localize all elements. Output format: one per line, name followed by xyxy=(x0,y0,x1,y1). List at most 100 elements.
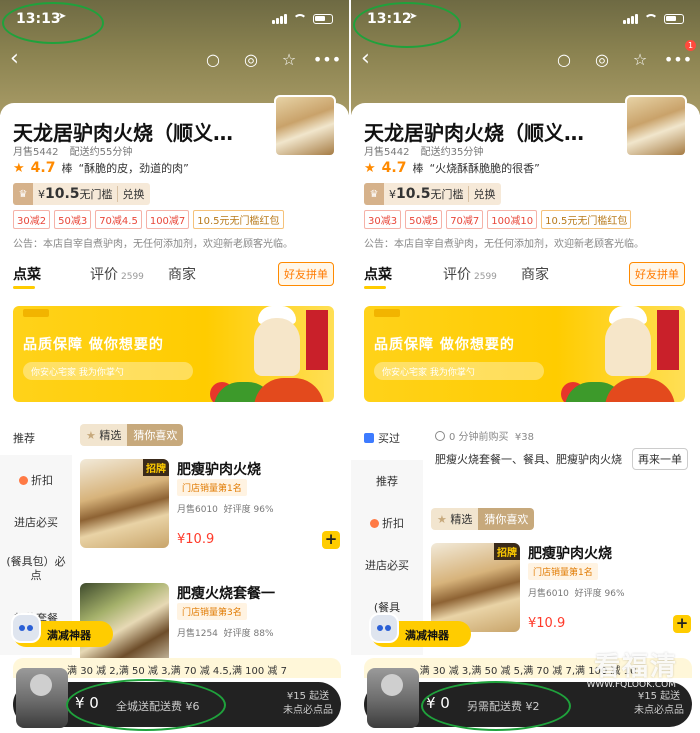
annotation-circle xyxy=(421,681,571,731)
customer-service-icon[interactable]: ◎ xyxy=(241,49,261,69)
tab-reviews[interactable]: 评价 2599 xyxy=(443,264,497,284)
food-image: 招牌 xyxy=(431,543,520,632)
discount-tag: 50减5 xyxy=(405,210,443,229)
discount-tag: 70减7 xyxy=(446,210,484,229)
chip-guess[interactable]: 猜你喜欢 xyxy=(478,508,535,530)
store-tabs: 点菜 评价 2599 商家 好友拼单 xyxy=(351,262,700,289)
chef-graphic xyxy=(254,318,300,376)
sales-rank-badge: 门店销量第1名 xyxy=(177,479,247,496)
reorder-button[interactable]: 再来一单 xyxy=(632,448,688,470)
customer-service-icon[interactable]: ◎ xyxy=(592,49,612,69)
food-sales: 月售1254 好评度 88% xyxy=(177,626,274,639)
discount-helper-button[interactable]: 满减神器 xyxy=(11,613,113,647)
food-name: 肥瘦火烧套餐一 xyxy=(177,586,275,602)
discount-tag: 50减3 xyxy=(54,210,92,229)
checkout-info: ¥15 起送 未点必点品 xyxy=(634,690,684,718)
tab-menu[interactable]: 点菜 xyxy=(364,264,392,284)
battery-icon xyxy=(664,13,684,24)
promo-banner[interactable]: 品质保障 做你想要的 你安心宅家 我为你掌勺 xyxy=(364,306,685,402)
food-name: 肥瘦驴肉火烧 xyxy=(528,546,612,562)
search-icon[interactable]: ○ xyxy=(203,49,223,69)
banner-title: 品质保障 做你想要的 xyxy=(23,337,164,353)
more-icon[interactable]: ••• xyxy=(313,49,341,69)
praise-rate: 好评度 88% xyxy=(223,629,274,639)
tab-label: 商家 xyxy=(168,267,196,283)
member-coupon[interactable]: ♛ ¥10.5无门槛 兑换 xyxy=(13,183,150,205)
more-icon[interactable]: ••• 1 xyxy=(664,40,696,69)
star-icon: ★ xyxy=(86,429,96,442)
favorite-star-icon[interactable]: ☆ xyxy=(630,49,650,69)
signature-badge: 招牌 xyxy=(494,543,520,560)
tab-label: 评价 xyxy=(443,267,471,283)
sidebar-item-discount[interactable]: 折扣 xyxy=(0,472,72,488)
delivery-time: 配送约35分钟 xyxy=(420,147,484,158)
group-order-button[interactable]: 好友拼单 xyxy=(629,262,685,286)
food-item[interactable]: 招牌 肥瘦驴肉火烧 门店销量第1名 月售6010 好评度 96% ¥10.9 + xyxy=(431,543,691,635)
tab-menu[interactable]: 点菜 xyxy=(13,264,41,284)
tab-reviews[interactable]: 评价 2599 xyxy=(90,264,144,284)
annotation-circle xyxy=(353,2,461,48)
coupon-amount: 10.5 xyxy=(396,186,431,202)
store-notice[interactable]: 公告：本店自宰自煮驴肉，无任何添加剂，欢迎新老顾客光临。 xyxy=(13,235,337,250)
store-title: 天龙居驴肉火烧（顺义… xyxy=(364,121,584,145)
sidebar-item-discount[interactable]: 折扣 xyxy=(351,515,423,531)
banner-subtitle: 你安心宅家 我为你掌勺 xyxy=(23,362,193,380)
clock-icon xyxy=(435,431,445,441)
discount-tags: 30减3 50减5 70减7 100减10 10.5元无门槛红包 xyxy=(364,210,632,229)
discount-tag: 100减10 xyxy=(487,210,538,229)
delivery-time: 配送约55分钟 xyxy=(69,147,133,158)
promo-banner[interactable]: 品质保障 做你想要的 你安心宅家 我为你掌勺 xyxy=(13,306,334,402)
store-notice[interactable]: 公告：本店自宰自煮驴肉，无任何添加剂，欢迎新老顾客光临。 xyxy=(364,235,688,250)
bought-before-label: 买过 xyxy=(364,430,400,446)
discount-helper-button[interactable]: 满减神器 xyxy=(369,613,471,647)
chip-selected[interactable]: ★ 精选 xyxy=(431,508,479,530)
monthly-sold: 月售1254 xyxy=(177,629,218,639)
discount-helper-label: 满减神器 xyxy=(405,629,449,642)
battery-icon xyxy=(313,13,333,24)
sidebar-item-must-buy[interactable]: 进店必买 xyxy=(351,557,423,573)
sidebar-item-tableware[interactable]: (餐具包）必点 xyxy=(6,555,66,583)
tab-merchant[interactable]: 商家 xyxy=(521,264,549,284)
red-packet-tag: 10.5元无门槛红包 xyxy=(193,210,284,229)
search-icon[interactable]: ○ xyxy=(554,49,574,69)
praise-rate: 好评度 96% xyxy=(574,589,625,599)
scroll-graphic xyxy=(306,310,328,370)
scroll-graphic xyxy=(657,310,679,370)
food-item[interactable]: 肥瘦火烧套餐一 门店销量第3名 月售1254 好评度 88% xyxy=(80,583,340,672)
crown-icon: ♛ xyxy=(364,183,384,205)
coupon-value: ¥10.5无门槛 xyxy=(33,186,117,202)
chef-graphic xyxy=(605,318,651,376)
chip-label: 精选 xyxy=(99,429,122,442)
chip-guess[interactable]: 猜你喜欢 xyxy=(127,424,184,446)
member-coupon[interactable]: ♛ ¥10.5无门槛 兑换 xyxy=(364,183,501,205)
coupon-exchange-button[interactable]: 兑换 xyxy=(467,186,501,202)
coupon-exchange-button[interactable]: 兑换 xyxy=(116,186,150,202)
back-arrow-icon[interactable]: ‹ xyxy=(10,46,19,71)
sidebar-item-recommend[interactable]: 推荐 xyxy=(351,473,423,489)
coupon-label: 无门槛 xyxy=(430,188,464,201)
favorite-star-icon[interactable]: ☆ xyxy=(279,49,299,69)
sidebar-item-recommend[interactable]: 推荐 xyxy=(0,430,72,446)
price-value: 10.9 xyxy=(536,616,566,631)
group-order-button[interactable]: 好友拼单 xyxy=(278,262,334,286)
wifi-icon xyxy=(644,13,658,24)
brand-logo xyxy=(23,309,49,317)
add-to-cart-button[interactable]: + xyxy=(673,615,691,633)
signal-icon xyxy=(623,13,638,24)
food-price: ¥10.9 xyxy=(528,616,566,631)
required-item-note: 未点必点品 xyxy=(634,705,684,716)
history-price: ¥38 xyxy=(514,432,534,443)
back-arrow-icon[interactable]: ‹ xyxy=(361,46,370,71)
tab-merchant[interactable]: 商家 xyxy=(168,264,196,284)
checkout-info: ¥15 起送 未点必点品 xyxy=(283,690,333,718)
discount-helper-label: 满减神器 xyxy=(47,629,91,642)
order-history-card: 0 分钟前购买 ¥38 肥瘦火烧套餐一、餐具、肥瘦驴肉火烧 再来一单 xyxy=(435,428,688,470)
rating-line: ★ 4.7 棒 “酥脆的皮，劲道的肉” xyxy=(13,160,189,176)
sidebar-item-must-buy[interactable]: 进店必买 xyxy=(0,514,72,530)
vegetables-graphic xyxy=(254,378,324,402)
add-to-cart-button[interactable]: + xyxy=(322,531,340,549)
red-packet-tag: 10.5元无门槛红包 xyxy=(541,210,632,229)
chip-selected[interactable]: ★ 精选 xyxy=(80,424,128,446)
food-item[interactable]: 招牌 肥瘦驴肉火烧 门店销量第1名 月售6010 好评度 96% ¥10.9 + xyxy=(80,459,340,551)
top-nav: ‹ ○ ◎ ☆ ••• 1 xyxy=(351,40,700,74)
